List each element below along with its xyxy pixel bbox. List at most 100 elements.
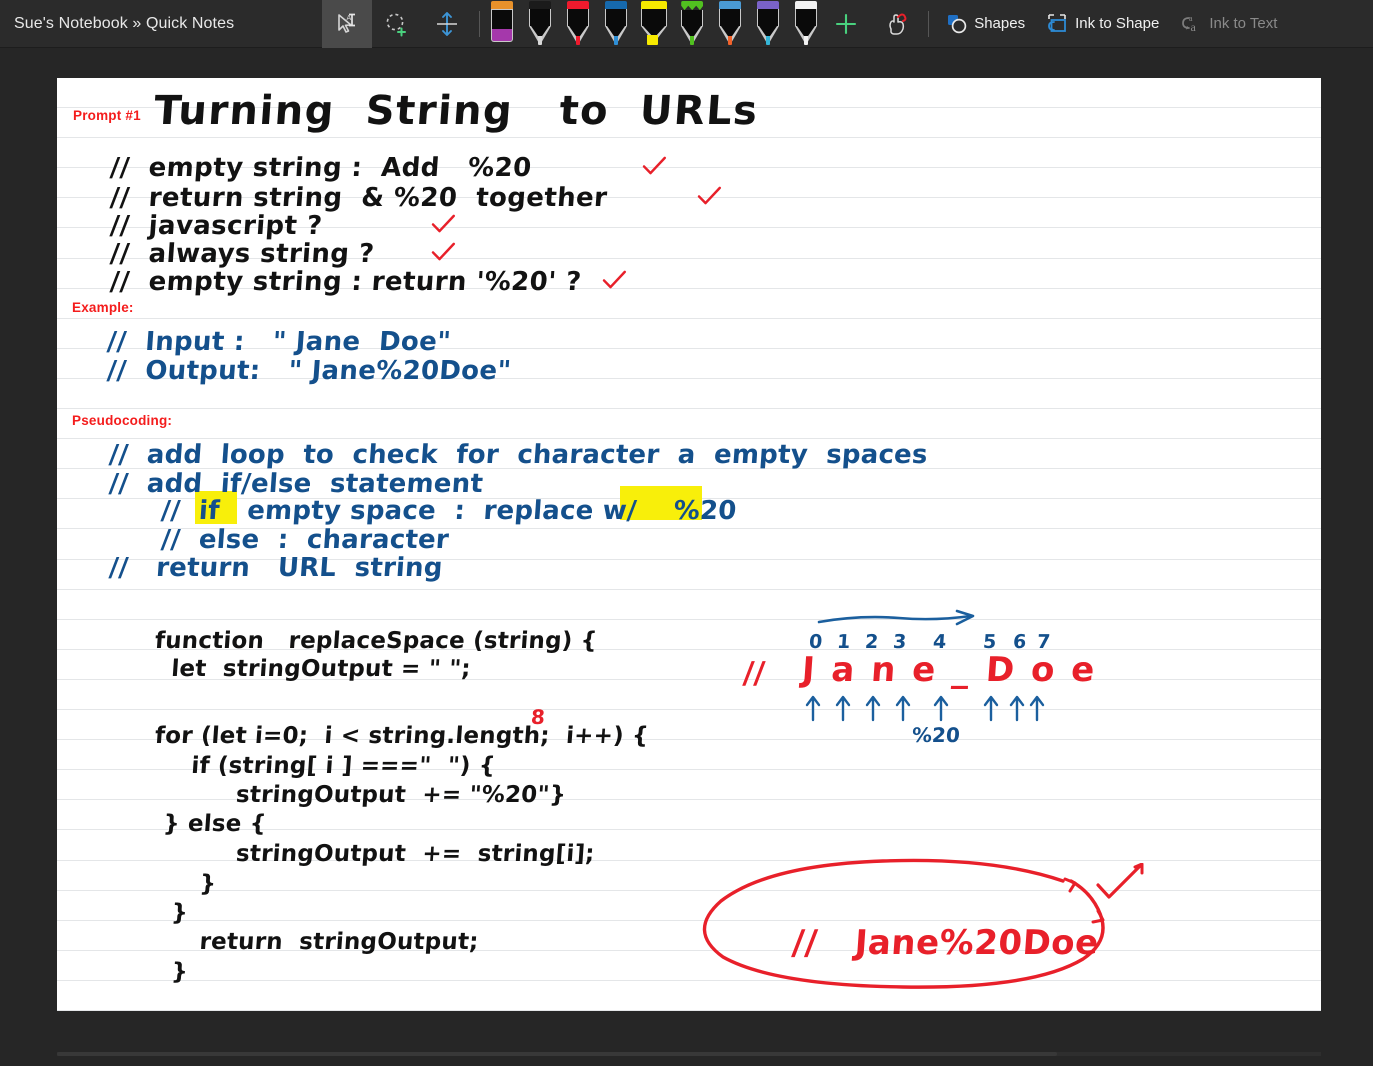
pen-body: [567, 8, 590, 26]
requirement-line: // always string ?: [108, 239, 376, 269]
pen-blue[interactable]: [601, 0, 631, 45]
pen-cap: [641, 0, 668, 9]
shapes-button[interactable]: Shapes: [936, 0, 1035, 48]
code-line: return stringOutput;: [174, 929, 480, 955]
insert-space-tool[interactable]: [422, 0, 472, 48]
pen-tip: [681, 26, 704, 46]
shapes-icon: [948, 14, 967, 33]
code-line: let stringOutput = " ";: [154, 656, 472, 682]
ink-to-text-icon: a a: [1182, 14, 1197, 34]
toolbar-separator-1: [479, 10, 481, 37]
pen-tip: [757, 25, 780, 45]
select-lasso-text-tool[interactable]: A: [322, 0, 373, 48]
code-line: } else {: [154, 811, 268, 837]
pen-cap: [529, 0, 552, 9]
highlighter-yellow[interactable]: [639, 0, 669, 45]
diagram-up-arrow: [895, 695, 911, 722]
pseudocode-line: // add if/else statement: [107, 469, 485, 499]
diagram-space-token: %20: [911, 723, 961, 747]
diagram-up-arrow: [1009, 695, 1025, 722]
pen-rainbow[interactable]: [715, 0, 745, 45]
requirement-line: // empty string : Add %20: [108, 153, 533, 183]
pen-body: [641, 8, 668, 26]
label-example: Example:: [72, 300, 134, 315]
breadcrumb-notebook-title[interactable]: Sue's Notebook » Quick Notes: [0, 15, 234, 33]
pen-cap: [567, 0, 590, 9]
pen-tip: [719, 25, 742, 45]
code-line: stringOutput += string[i];: [194, 841, 596, 867]
pencil-green[interactable]: [677, 0, 707, 46]
scrollbar-thumb[interactable]: [57, 1052, 1057, 1056]
notebook-page[interactable]: Prompt #1 Example: Pseudocoding: Turning St…: [57, 78, 1321, 1011]
ink-to-shape-label: Ink to Shape: [1075, 15, 1160, 32]
svg-text:a: a: [1191, 20, 1197, 34]
pseudocode-line: // else : character: [159, 525, 450, 555]
diagram-up-arrow: [1029, 695, 1045, 722]
code-annotation-8: 8: [530, 705, 546, 729]
pen-body: [605, 8, 628, 26]
pen-body: [757, 8, 780, 26]
pen-white[interactable]: [791, 0, 821, 45]
touch-draw-toggle[interactable]: [871, 0, 921, 48]
example-line: // Output: " Jane%20Doe": [105, 356, 513, 386]
diagram-up-arrow: [835, 695, 851, 722]
ink-layer: Prompt #1 Example: Pseudocoding: Turning St…: [57, 78, 1321, 1011]
requirement-check: [602, 270, 627, 289]
label-pseudocoding: Pseudocoding:: [72, 413, 173, 428]
plus-icon: [836, 13, 857, 34]
ink-to-text-label: Ink to Text: [1209, 15, 1278, 32]
pen-black[interactable]: [525, 0, 555, 45]
ink-to-shape-button[interactable]: Ink to Shape: [1035, 0, 1169, 48]
pen-tip: [529, 25, 552, 45]
pen-tip: [795, 25, 818, 45]
requirement-check: [697, 186, 722, 205]
pen-cap: [795, 0, 818, 9]
pen-tray: [487, 0, 821, 48]
eraser-pad: [491, 28, 514, 42]
requirement-line: // return string & %20 together: [108, 183, 609, 213]
add-pen-button[interactable]: [821, 0, 871, 48]
diagram-right-arrow: [817, 609, 975, 626]
pen-cap: [681, 0, 704, 11]
code-line: }: [154, 959, 189, 985]
pen-body: [681, 10, 704, 27]
eraser-body: [491, 8, 514, 29]
horizontal-scrollbar[interactable]: [57, 1052, 1321, 1056]
ink-to-text-button[interactable]: a a Ink to Text: [1169, 0, 1287, 48]
pen-cap: [719, 0, 742, 9]
lasso-add-tool[interactable]: [372, 0, 422, 48]
code-line: }: [154, 900, 189, 926]
code-line: stringOutput += "%20"}: [194, 782, 568, 808]
diagram-up-arrow: [805, 695, 821, 722]
requirement-line: // empty string : return '%20' ?: [108, 267, 583, 297]
requirement-check: [431, 242, 456, 261]
insert-space-icon: [437, 11, 458, 36]
diagram-up-arrow: [865, 695, 881, 722]
diagram-up-arrow: [933, 695, 949, 722]
toolbar-separator-2: [928, 10, 930, 37]
requirement-check: [431, 214, 456, 233]
pen-tip: [641, 25, 668, 45]
pseudocode-line: // return URL string: [107, 553, 444, 583]
result-checkmark: [1096, 862, 1144, 899]
pen-tip: [567, 25, 590, 45]
pen-cap: [757, 0, 780, 9]
label-prompt: Prompt #1: [73, 108, 141, 123]
eraser[interactable]: [487, 0, 517, 45]
example-line: // Input : " Jane Doe": [105, 327, 452, 357]
pen-body: [719, 8, 742, 26]
code-line: }: [174, 871, 218, 897]
pen-red[interactable]: [563, 0, 593, 45]
diagram-string-text: J a n e _ D o e: [800, 650, 1099, 690]
page-title: Turning String to URLs: [152, 88, 761, 134]
pen-body: [529, 8, 552, 26]
requirement-check: [642, 156, 667, 175]
top-toolbar: Sue's Notebook » Quick Notes A Shapes In…: [0, 0, 1373, 48]
pseudocode-line: // if empty space : replace w/ %20: [159, 496, 738, 526]
touch-draw-icon: [889, 13, 907, 35]
pen-body: [795, 8, 818, 26]
pen-tip: [605, 25, 628, 45]
pen-galaxy[interactable]: [753, 0, 783, 45]
eraser-cap: [491, 0, 514, 9]
pen-cap: [605, 0, 628, 9]
